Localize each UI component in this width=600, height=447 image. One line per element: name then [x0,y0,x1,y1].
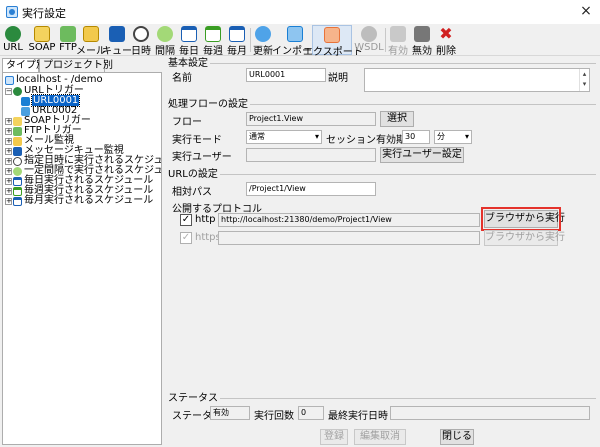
expand-icon[interactable]: + [5,187,12,195]
last-exec-label: 最終実行日時 [328,411,388,422]
soap-envelope-icon [34,26,50,42]
expand-icon[interactable]: + [5,197,12,205]
description-scrollbar[interactable]: ▴ ▾ [579,69,589,91]
exec-user-input[interactable] [246,148,376,162]
http-url-input[interactable]: http://localhost:21380/demo/Project1/Vie… [218,213,480,227]
expand-icon[interactable]: + [5,167,12,175]
http-run-in-browser-button[interactable]: ブラウザから実行 [481,207,565,231]
calendar-day-icon [181,26,197,42]
expand-icon[interactable]: + [5,177,12,185]
tab-by-project[interactable]: プロジェクト別 [39,58,113,72]
exec-count-label: 実行回数 [254,411,294,422]
expand-icon[interactable]: + [5,127,12,135]
trigger-tree: localhost - /demo − URLトリガー URL0001 URL00… [2,72,162,445]
section-title: ステータス [168,393,220,404]
flow-input[interactable]: Project1.View [246,112,376,126]
collapse-icon[interactable]: − [5,87,12,95]
server-icon [5,75,14,85]
expand-icon[interactable]: + [5,147,12,155]
section-title: 処理フローの設定 [168,99,250,110]
status-value: 有効 [210,406,250,420]
tab-by-type[interactable]: タイプ別 [2,58,46,72]
chevron-down-icon: ▾ [464,132,469,141]
toolbar-export-button[interactable]: エクスポート [303,25,363,58]
wsdl-icon [361,26,377,42]
url-globe-icon [5,26,21,42]
detail-panel: 基本設定 名前 URL0001 説明 ▴ ▾ 処理フローの設定 フロー Proje… [166,57,600,447]
enable-icon [390,26,406,42]
toolbar-wsdl-button[interactable]: WSDL [354,25,384,55]
last-exec-value [390,406,590,420]
title-bar: 実行設定 × [0,0,600,24]
import-icon [287,26,303,42]
https-label: https [195,232,221,243]
mail-icon [83,26,99,42]
clock-icon [133,26,149,42]
delete-x-icon: ✖ [439,24,453,43]
name-input[interactable]: URL0001 [246,68,326,82]
tree-node-monthly[interactable]: + 毎月実行されるスケジュール [5,195,153,207]
description-textarea[interactable]: ▴ ▾ [364,68,590,92]
chevron-down-icon: ▾ [314,132,319,141]
window-title: 実行設定 [22,7,66,20]
expand-icon[interactable]: + [5,137,12,145]
window-close-button[interactable]: × [572,0,600,24]
exec-mode-select[interactable]: 通常 ▾ [246,130,322,144]
settings-window: 実行設定 × URL SOAP FTP メール キュー 日時 間隔 毎日 毎週 … [0,0,600,447]
ftp-icon [60,26,76,42]
session-input[interactable]: 30 [402,130,430,144]
exec-mode-label: 実行モード [172,135,222,146]
flow-label: フロー [172,117,202,128]
toolbar: URL SOAP FTP メール キュー 日時 間隔 毎日 毎週 毎月 更新 イ… [0,24,600,58]
calendar-month-icon [13,196,22,206]
relative-path-input[interactable]: /Project1/View [246,182,376,196]
section-title: URLの設定 [168,169,220,180]
http-checkbox[interactable]: ✓ [180,214,192,226]
name-label: 名前 [172,73,192,84]
app-icon [6,6,18,18]
relative-path-label: 相対パス [172,187,212,198]
calendar-month-icon [229,26,245,42]
flow-settings-section: 処理フローの設定 [168,99,596,110]
toolbar-refresh-button[interactable]: 更新 [253,25,273,57]
http-label: http [195,214,216,225]
interval-icon [157,26,173,42]
toolbar-delete-button[interactable]: ✖ 削除 [436,24,456,58]
calendar-week-icon [205,26,221,42]
select-flow-button[interactable]: 選択 [380,111,414,127]
https-checkbox[interactable]: ✓ [180,232,192,244]
exec-user-label: 実行ユーザー [172,152,232,163]
exec-count-value: 0 [298,406,324,420]
refresh-icon [255,26,271,42]
exec-user-settings-button[interactable]: 実行ユーザー設定 [380,147,464,163]
section-title: 基本設定 [168,58,210,69]
session-unit-value: 分 [437,132,445,141]
https-url-input[interactable] [218,231,480,245]
disable-icon [414,26,430,42]
status-section: ステータス [168,393,596,404]
register-button[interactable]: 登録 [320,429,348,445]
cancel-edit-button[interactable]: 編集取消 [354,429,406,445]
description-label: 説明 [328,73,348,84]
session-unit-select[interactable]: 分 ▾ [434,130,472,144]
exec-mode-value: 通常 [249,132,265,141]
url-settings-section: URLの設定 [168,169,596,180]
left-panel: タイプ別 プロジェクト別 localhost - /demo − URLトリガー … [0,57,163,447]
export-icon [324,27,340,43]
https-run-in-browser-button[interactable]: ブラウザから実行 [484,230,565,246]
close-button[interactable]: 閉じる [440,429,474,445]
basic-settings-section: 基本設定 [168,58,596,69]
queue-icon [109,26,125,42]
expand-icon[interactable]: + [5,157,12,165]
expand-icon[interactable]: + [5,117,12,125]
